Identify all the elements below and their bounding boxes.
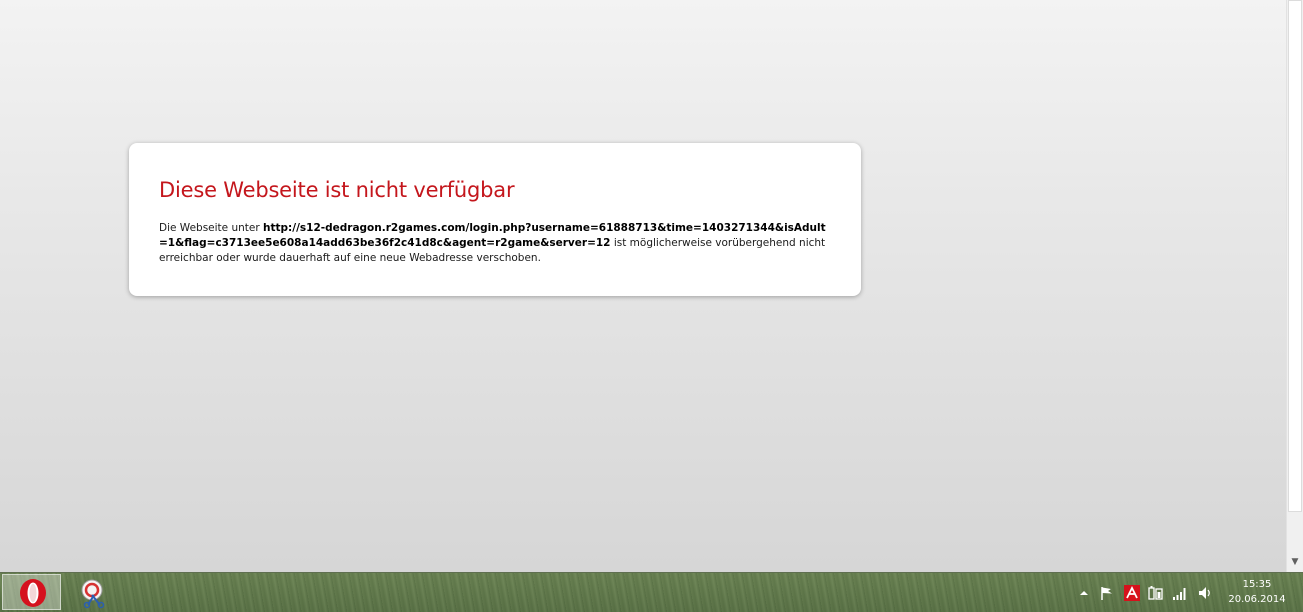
error-message: Die Webseite unter http://s12-dedragon.r… [159,221,831,266]
opera-icon [20,579,46,607]
clock-time: 15:35 [1242,579,1272,590]
avira-icon[interactable] [1124,585,1140,601]
taskbar-button-opera[interactable] [2,574,61,610]
action-center-flag-icon[interactable] [1099,585,1115,601]
error-title: Diese Webseite ist nicht verfügbar [159,178,515,202]
taskbar-clock[interactable]: 15:35 20.06.2014 [1222,577,1292,607]
scroll-down-arrow-icon[interactable]: ▼ [1287,554,1303,571]
clock-date: 20.06.2014 [1228,594,1286,605]
volume-icon[interactable] [1197,585,1213,601]
browser-page: Diese Webseite ist nicht verfügbar Die W… [0,0,1286,572]
scroll-thumb[interactable] [1288,0,1302,512]
power-icon[interactable] [1148,585,1164,601]
taskbar-button-snipping-tool[interactable] [70,574,120,610]
error-message-prefix: Die Webseite unter [159,222,263,234]
error-card: Diese Webseite ist nicht verfügbar Die W… [129,143,861,296]
vertical-scrollbar[interactable]: ▼ [1286,0,1303,572]
taskbar: 15:35 20.06.2014 [0,572,1303,612]
network-signal-icon[interactable] [1172,585,1188,601]
snipping-tool-icon [81,579,105,609]
show-hidden-icons-icon[interactable] [1076,585,1092,601]
